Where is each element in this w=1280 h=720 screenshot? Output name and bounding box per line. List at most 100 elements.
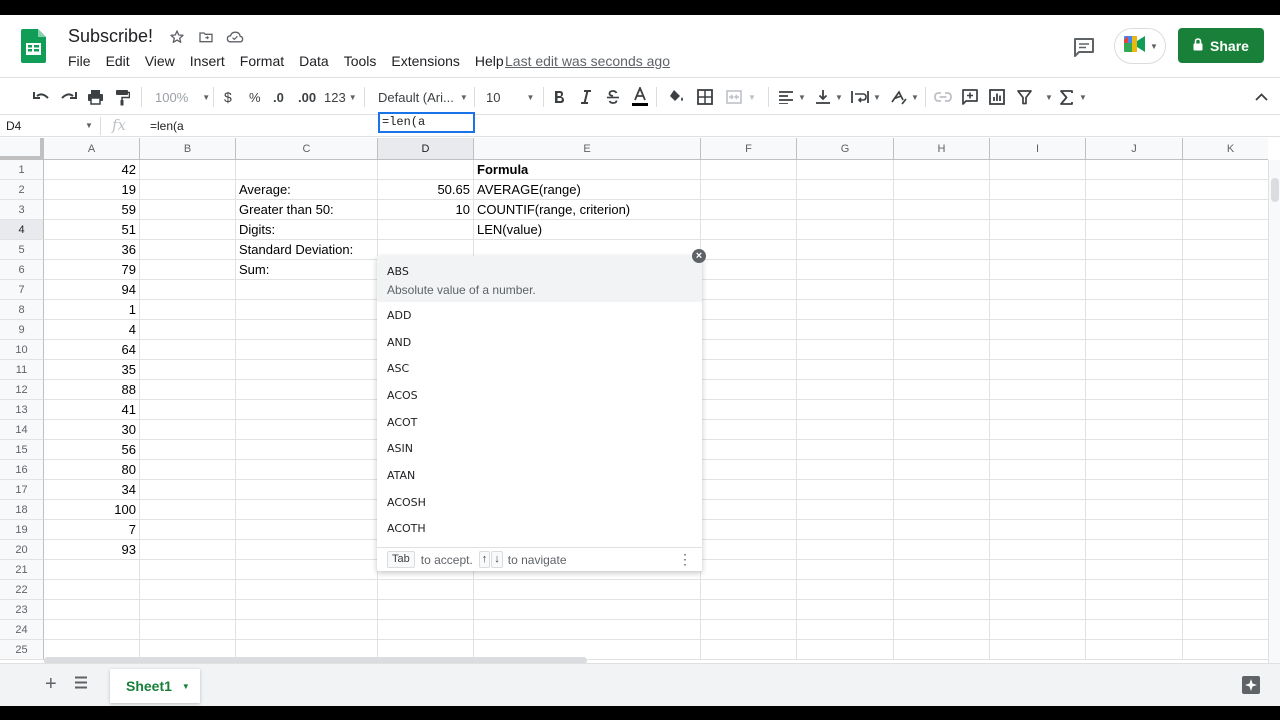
cell-b21[interactable] [140, 560, 236, 580]
cell-b22[interactable] [140, 580, 236, 600]
cell-b18[interactable] [140, 500, 236, 520]
cell-e22[interactable] [474, 580, 701, 600]
cell-h7[interactable] [894, 280, 990, 300]
cell-f7[interactable] [701, 280, 797, 300]
cell-i13[interactable] [990, 400, 1086, 420]
cell-g15[interactable] [797, 440, 894, 460]
share-button[interactable]: Share [1178, 28, 1264, 63]
cell-c12[interactable] [236, 380, 378, 400]
cell-g22[interactable] [797, 580, 894, 600]
cell-b1[interactable] [140, 160, 236, 180]
cell-b6[interactable] [140, 260, 236, 280]
cell-i20[interactable] [990, 540, 1086, 560]
cell-f22[interactable] [701, 580, 797, 600]
cell-j6[interactable] [1086, 260, 1183, 280]
autocomplete-item[interactable]: ATAN [377, 462, 702, 489]
cell-k5[interactable] [1183, 240, 1268, 260]
cell-i10[interactable] [990, 340, 1086, 360]
cell-h4[interactable] [894, 220, 990, 240]
row-header-21[interactable]: 21 [0, 560, 44, 580]
cell-f6[interactable] [701, 260, 797, 280]
cell-h22[interactable] [894, 580, 990, 600]
cell-f12[interactable] [701, 380, 797, 400]
cell-g11[interactable] [797, 360, 894, 380]
cell-k8[interactable] [1183, 300, 1268, 320]
strikethrough-button[interactable] [606, 87, 620, 107]
cell-f14[interactable] [701, 420, 797, 440]
cell-g2[interactable] [797, 180, 894, 200]
font-family-select[interactable]: Default (Ari... ▼ [378, 87, 468, 107]
cell-b14[interactable] [140, 420, 236, 440]
insert-link-icon[interactable] [934, 87, 952, 107]
cell-g9[interactable] [797, 320, 894, 340]
cell-h20[interactable] [894, 540, 990, 560]
autocomplete-item[interactable]: ACOSH [377, 489, 702, 516]
cell-a13[interactable]: 41 [44, 400, 140, 420]
row-header-14[interactable]: 14 [0, 420, 44, 440]
cell-i23[interactable] [990, 600, 1086, 620]
insert-comment-icon[interactable] [962, 87, 978, 107]
cell-i1[interactable] [990, 160, 1086, 180]
cell-i19[interactable] [990, 520, 1086, 540]
row-header-20[interactable]: 20 [0, 540, 44, 560]
cell-c11[interactable] [236, 360, 378, 380]
cell-h2[interactable] [894, 180, 990, 200]
cell-b5[interactable] [140, 240, 236, 260]
name-box[interactable]: D4 [6, 119, 96, 133]
cell-i5[interactable] [990, 240, 1086, 260]
active-cell-editor[interactable]: =len(a [378, 112, 475, 133]
row-header-10[interactable]: 10 [0, 340, 44, 360]
cell-f10[interactable] [701, 340, 797, 360]
cell-a3[interactable]: 59 [44, 200, 140, 220]
row-header-1[interactable]: 1 [0, 160, 44, 180]
add-sheet-icon[interactable]: + [45, 673, 57, 696]
menu-file[interactable]: File [68, 53, 91, 69]
cell-g1[interactable] [797, 160, 894, 180]
cell-d23[interactable] [378, 600, 474, 620]
font-size-select[interactable]: 10 ▼ [486, 87, 534, 107]
cell-h12[interactable] [894, 380, 990, 400]
column-header-k[interactable]: K [1183, 138, 1268, 160]
row-header-11[interactable]: 11 [0, 360, 44, 380]
cell-j10[interactable] [1086, 340, 1183, 360]
explore-icon[interactable] [1241, 675, 1261, 695]
cell-k14[interactable] [1183, 420, 1268, 440]
row-header-12[interactable]: 12 [0, 380, 44, 400]
cell-c22[interactable] [236, 580, 378, 600]
cell-i2[interactable] [990, 180, 1086, 200]
cell-h17[interactable] [894, 480, 990, 500]
cell-j19[interactable] [1086, 520, 1183, 540]
cell-d24[interactable] [378, 620, 474, 640]
cell-b13[interactable] [140, 400, 236, 420]
cell-f13[interactable] [701, 400, 797, 420]
cell-b16[interactable] [140, 460, 236, 480]
select-all-corner[interactable] [0, 138, 44, 160]
cell-h1[interactable] [894, 160, 990, 180]
star-icon[interactable] [167, 27, 186, 46]
autocomplete-item[interactable]: ASC [377, 355, 702, 382]
cell-b24[interactable] [140, 620, 236, 640]
cell-k21[interactable] [1183, 560, 1268, 580]
cell-i8[interactable] [990, 300, 1086, 320]
cell-i21[interactable] [990, 560, 1086, 580]
cell-c17[interactable] [236, 480, 378, 500]
cell-i15[interactable] [990, 440, 1086, 460]
autocomplete-item[interactable]: ACOS [377, 382, 702, 409]
row-header-2[interactable]: 2 [0, 180, 44, 200]
cell-a14[interactable]: 30 [44, 420, 140, 440]
cell-c19[interactable] [236, 520, 378, 540]
column-header-j[interactable]: J [1086, 138, 1183, 160]
last-edit-link[interactable]: Last edit was seconds ago [505, 53, 670, 69]
cell-g3[interactable] [797, 200, 894, 220]
cell-k20[interactable] [1183, 540, 1268, 560]
functions-icon[interactable]: ▼ [1060, 87, 1087, 107]
cell-k12[interactable] [1183, 380, 1268, 400]
chevron-down-icon[interactable]: ▼ [182, 682, 190, 691]
cell-i9[interactable] [990, 320, 1086, 340]
cell-j7[interactable] [1086, 280, 1183, 300]
cell-k15[interactable] [1183, 440, 1268, 460]
cell-a7[interactable]: 94 [44, 280, 140, 300]
cell-b3[interactable] [140, 200, 236, 220]
cell-b19[interactable] [140, 520, 236, 540]
cell-g13[interactable] [797, 400, 894, 420]
